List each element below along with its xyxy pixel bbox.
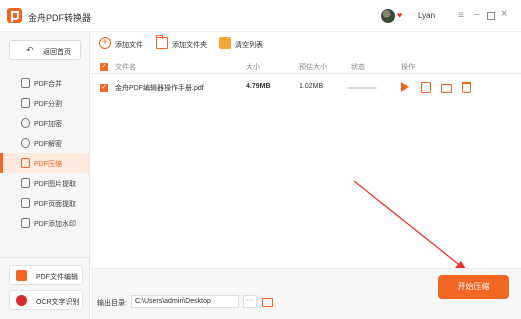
page-icon — [21, 198, 30, 208]
sidebar-item-page-extract[interactable]: PDF页面提取 — [0, 193, 90, 213]
column-status: 状态 — [351, 64, 365, 71]
watermark-icon — [21, 218, 30, 228]
estimated-size: 1.02MB — [299, 83, 324, 90]
open-folder-icon[interactable] — [441, 84, 452, 93]
column-estimate: 预估大小 — [299, 64, 327, 71]
document-icon[interactable] — [421, 82, 431, 93]
user-name[interactable]: Lyan — [418, 11, 435, 20]
merge-icon — [21, 78, 30, 88]
sidebar-item-label: PDF图片提取 — [34, 181, 76, 188]
sidebar-item-encrypt[interactable]: PDF加密 — [0, 113, 90, 133]
add-file-label: 添加文件 — [115, 42, 143, 49]
file-size: 4.79MB — [246, 83, 271, 90]
ocr-button[interactable]: OCR文字识别 — [9, 290, 83, 310]
split-icon — [21, 98, 30, 108]
sidebar-item-compress[interactable]: PDF压缩 — [0, 153, 90, 173]
unlock-icon — [21, 138, 30, 148]
maximize-icon[interactable] — [487, 12, 495, 20]
sidebar-item-watermark[interactable]: PDF添加水印 — [0, 213, 90, 233]
add-icon: + — [99, 37, 111, 49]
column-actions: 操作 — [401, 64, 415, 71]
lock-icon — [21, 118, 30, 128]
table-row[interactable]: ✓ 金舟PDF编辑器操作手册.pdf 4.79MB 1.02MB — [91, 80, 521, 96]
sidebar-item-label: PDF加密 — [34, 121, 62, 128]
user-avatar[interactable] — [381, 9, 395, 23]
sidebar-divider — [0, 257, 90, 258]
browse-button[interactable]: ··· — [243, 295, 257, 308]
play-icon[interactable] — [401, 82, 409, 92]
pdf-editor-icon — [16, 270, 27, 281]
status-progress-bar — [347, 87, 377, 89]
app-logo-icon — [7, 8, 22, 23]
select-all-checkbox[interactable]: ✓ — [100, 63, 108, 71]
ocr-icon — [16, 295, 27, 306]
sidebar-item-label: PDF页面提取 — [34, 201, 76, 208]
back-arrow-icon: ↶ — [26, 45, 34, 55]
column-size: 大小 — [246, 64, 260, 71]
vip-heart-icon: ♥ — [397, 10, 403, 20]
pdf-editor-button[interactable]: PDF文件编辑 — [9, 265, 83, 285]
app-title: 金舟PDF转换器 — [28, 13, 92, 23]
sidebar-item-label: PDF压缩 — [34, 161, 62, 168]
sidebar-item-decrypt[interactable]: PDF解密 — [0, 133, 90, 153]
minimize-icon[interactable]: – — [474, 9, 480, 20]
clear-list-label: 清空列表 — [235, 42, 263, 49]
compress-icon — [21, 158, 30, 168]
clear-icon — [219, 37, 231, 49]
output-dir-label: 输出目录: — [97, 300, 127, 307]
sidebar-item-label: PDF解密 — [34, 141, 62, 148]
start-compress-button[interactable]: 开始压缩 — [438, 275, 509, 299]
folder-icon — [156, 35, 168, 49]
sidebar-item-label: PDF合并 — [34, 81, 62, 88]
image-icon — [21, 178, 30, 188]
file-name: 金舟PDF编辑器操作手册.pdf — [115, 85, 204, 92]
menu-icon[interactable]: ≡ — [458, 10, 464, 21]
ocr-label: OCR文字识别 — [36, 299, 80, 306]
sidebar-item-label: PDF添加水印 — [34, 221, 76, 228]
sidebar-item-label: PDF分割 — [34, 101, 62, 108]
back-home-button[interactable]: ↶ 返回首页 — [9, 40, 81, 60]
open-output-folder-icon[interactable] — [262, 298, 273, 307]
sidebar: ↶ 返回首页 PDF合并 PDF分割 PDF加密 PDF解密 PDF压缩 PDF… — [0, 32, 90, 319]
title-bar: 金舟PDF转换器 ♥ Lyan ≡ – × — [0, 0, 521, 32]
row-checkbox[interactable]: ✓ — [100, 84, 108, 92]
close-icon[interactable]: × — [501, 8, 507, 20]
output-path-field[interactable]: C:\Users\admin\Desktop — [131, 295, 239, 308]
column-filename: 文件名 — [115, 64, 136, 71]
pdf-editor-label: PDF文件编辑 — [36, 274, 78, 281]
back-home-label: 返回首页 — [43, 49, 71, 56]
sidebar-item-image-extract[interactable]: PDF图片提取 — [0, 173, 90, 193]
sidebar-item-split[interactable]: PDF分割 — [0, 93, 90, 113]
file-table-header: ✓ 文件名 大小 预估大小 状态 操作 — [91, 60, 521, 74]
delete-icon[interactable] — [462, 82, 471, 93]
sidebar-item-merge[interactable]: PDF合并 — [0, 73, 90, 93]
add-folder-label: 添加文件夹 — [172, 42, 207, 49]
